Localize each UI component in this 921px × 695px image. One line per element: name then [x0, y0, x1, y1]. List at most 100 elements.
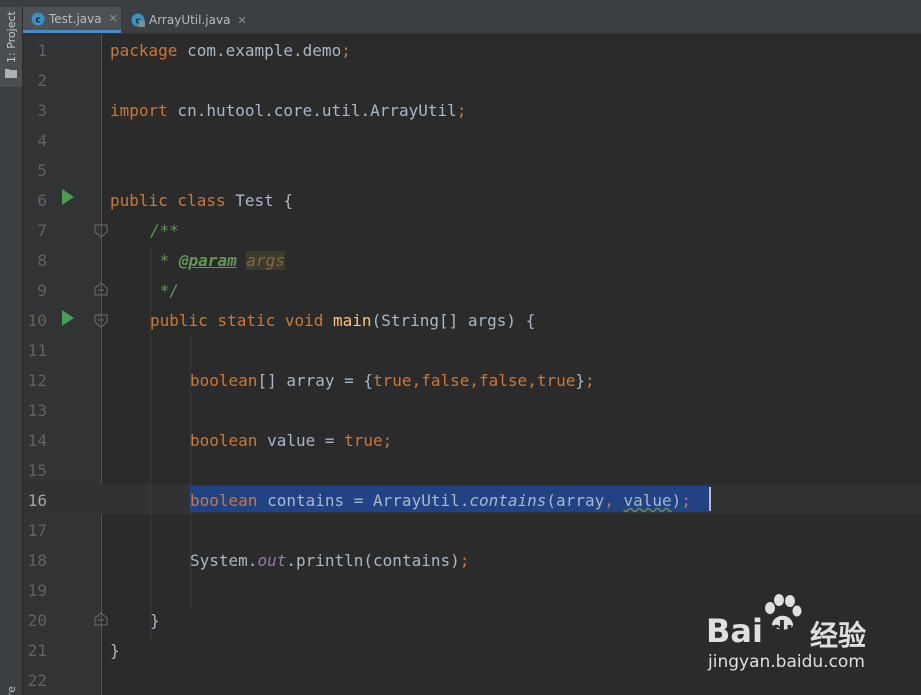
- fold-icon[interactable]: [94, 224, 108, 238]
- line-number: 13: [27, 401, 47, 420]
- run-icon[interactable]: [61, 188, 75, 206]
- code-token: ,: [411, 371, 422, 390]
- line-number: 3: [37, 101, 47, 120]
- code-token: System.: [190, 551, 258, 570]
- line-number: 2: [37, 71, 47, 90]
- line-number: 1: [37, 41, 47, 60]
- text-caret: [709, 487, 711, 511]
- tab-test-java[interactable]: c Test.java ✕: [23, 7, 121, 33]
- code-token: args: [246, 251, 285, 270]
- code-line-12[interactable]: boolean[] array = {true,false,false,true…: [190, 366, 595, 396]
- code-token: */: [150, 281, 179, 300]
- line-number: 9: [37, 281, 47, 300]
- code-token: *: [150, 251, 179, 270]
- code-line-21[interactable]: }: [110, 636, 120, 666]
- fold-icon[interactable]: [94, 282, 108, 296]
- code-token: com.example.demo: [177, 41, 342, 60]
- code-line-7[interactable]: /**: [150, 216, 179, 246]
- code-line-14[interactable]: boolean value = true;: [190, 426, 392, 456]
- code-line-3[interactable]: import cn.hutool.core.util.ArrayUtil;: [110, 96, 466, 126]
- line-number: 18: [27, 551, 47, 570]
- code-token: ,: [469, 371, 480, 390]
- code-line-10[interactable]: public static void main(String[] args) {: [150, 306, 535, 336]
- code-token: boolean: [190, 431, 258, 450]
- code-token: }: [575, 371, 585, 390]
- line-number: 10: [27, 311, 47, 330]
- code-token: ;: [382, 431, 393, 450]
- run-icon[interactable]: [61, 309, 75, 327]
- watermark-cn: 经验: [810, 619, 867, 652]
- code-token: contains = ArrayUtil.: [257, 491, 470, 510]
- code-token: value =: [257, 431, 345, 450]
- code-token: false: [479, 371, 528, 390]
- code-token: /**: [150, 221, 179, 240]
- line-number: 17: [27, 521, 47, 540]
- line-number: 7: [37, 221, 47, 240]
- line-number: 22: [27, 671, 47, 690]
- code-token: (String[] args) {: [371, 311, 536, 330]
- code-token: public class: [110, 191, 226, 210]
- code-token: true: [344, 431, 383, 450]
- watermark-url: jingyan.baidu.com: [708, 652, 865, 672]
- tab-label: Test.java: [49, 11, 102, 26]
- code-token: boolean: [190, 491, 258, 510]
- tool-window-strip: 1: Project re: [0, 7, 23, 695]
- svg-text:c: c: [35, 15, 40, 25]
- code-token: main: [333, 311, 372, 330]
- code-line-9[interactable]: */: [150, 276, 179, 306]
- code-token: value: [623, 491, 672, 510]
- line-number: 4: [37, 131, 47, 150]
- line-number: 20: [27, 611, 47, 630]
- project-tool-button[interactable]: 1: Project: [0, 7, 22, 87]
- code-line-20[interactable]: }: [150, 606, 160, 636]
- close-icon[interactable]: ✕: [237, 14, 246, 27]
- code-token: out: [257, 551, 287, 570]
- code-token: ;: [585, 371, 595, 390]
- structure-tool-label[interactable]: re: [5, 686, 18, 695]
- code-line-6[interactable]: public class Test {: [110, 186, 293, 216]
- editor-tab-bar: c Test.java ✕ c ArrayUtil.java ✕: [23, 7, 921, 34]
- code-token: {: [283, 191, 294, 210]
- fold-icon[interactable]: [94, 612, 108, 626]
- code-token: import: [110, 101, 168, 120]
- code-token: ;: [459, 551, 470, 570]
- ide-window: 1: Project re c Test.java ✕ c ArrayUtil.…: [0, 0, 921, 695]
- code-token: (array: [546, 491, 605, 510]
- line-number: 8: [37, 251, 47, 270]
- code-token: true: [373, 371, 412, 390]
- code-token: public static void: [150, 311, 324, 330]
- code-token: cn.hutool.core.util.ArrayUtil: [167, 101, 457, 120]
- line-number: 14: [27, 431, 47, 450]
- code-token: false: [421, 371, 470, 390]
- code-token: }: [150, 611, 160, 630]
- fold-icon[interactable]: [94, 314, 108, 328]
- code-token: }: [110, 641, 120, 660]
- line-number: 12: [27, 371, 47, 390]
- tab-arrayutil-java[interactable]: c ArrayUtil.java ✕: [123, 7, 249, 33]
- code-token: package: [110, 41, 178, 60]
- code-token: [] array = {: [257, 371, 374, 390]
- java-class-locked-icon: c: [131, 13, 145, 27]
- line-number: 11: [27, 341, 47, 360]
- line-number: 6: [37, 191, 47, 210]
- line-number: 15: [27, 461, 47, 480]
- tab-label: ArrayUtil.java: [149, 13, 231, 27]
- close-icon[interactable]: ✕: [109, 12, 118, 25]
- line-number: 5: [37, 161, 47, 180]
- code-line-16[interactable]: boolean contains = ArrayUtil.contains(ar…: [190, 486, 691, 516]
- code-line-8[interactable]: * @param args: [150, 246, 285, 276]
- code-token: Test: [225, 191, 284, 210]
- java-class-icon: c: [31, 12, 45, 25]
- baidu-jingyan-watermark: Bai du 经验 jingyan.baidu.com: [706, 594, 906, 684]
- folder-icon: [5, 69, 17, 78]
- code-token: ,: [527, 371, 537, 390]
- code-token: ,: [604, 491, 614, 510]
- code-line-18[interactable]: System.out.println(contains);: [190, 546, 469, 576]
- code-token: .println(contains): [286, 551, 460, 570]
- title-strip: [0, 0, 921, 7]
- code-line-1[interactable]: package com.example.demo;: [110, 36, 351, 66]
- project-tool-label: 1: Project: [5, 11, 18, 63]
- line-number: 21: [27, 641, 47, 660]
